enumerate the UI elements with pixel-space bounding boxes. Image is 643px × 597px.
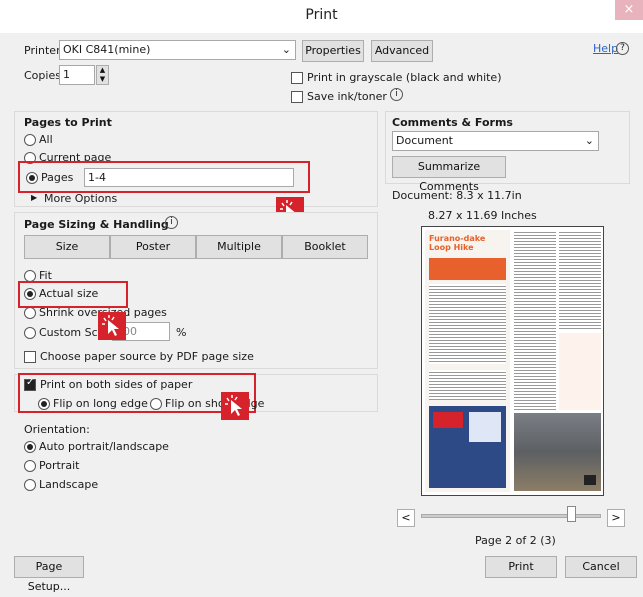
- paper-source-checkbox[interactable]: [24, 351, 36, 363]
- comments-heading: Comments & Forms: [392, 116, 513, 129]
- auto-orientation-radio[interactable]: [24, 441, 36, 453]
- short-edge-radio[interactable]: [150, 398, 162, 410]
- properties-button[interactable]: Properties: [302, 40, 364, 62]
- comments-select[interactable]: Document ⌄: [392, 131, 599, 151]
- percent-label: %: [176, 326, 187, 339]
- info-icon[interactable]: i: [165, 216, 178, 229]
- help-link[interactable]: Help: [593, 42, 618, 55]
- page-count-label: Page 2 of 2 (3): [475, 534, 556, 547]
- long-edge-label: Flip on long edge: [53, 397, 148, 410]
- comments-value: Document: [396, 134, 453, 147]
- booklet-tab[interactable]: Booklet: [282, 235, 368, 259]
- save-ink-label: Save ink/toner: [307, 90, 387, 103]
- preview-text-column: [514, 230, 556, 410]
- size-tab[interactable]: Size: [24, 235, 110, 259]
- print-button[interactable]: Print: [485, 556, 557, 578]
- multiple-tab[interactable]: Multiple: [196, 235, 282, 259]
- click-cursor-icon: [98, 312, 126, 340]
- both-sides-checkbox[interactable]: ✓: [24, 377, 36, 391]
- summarize-comments-button[interactable]: Summarize Comments: [392, 156, 506, 193]
- preview-left-page: Furano-dake Loop Hike: [425, 230, 510, 492]
- poster-tab[interactable]: Poster: [110, 235, 196, 259]
- page-preview: Furano-dake Loop Hike: [421, 226, 604, 496]
- next-page-button[interactable]: >: [607, 509, 625, 527]
- paper-source-label: Choose paper source by PDF page size: [40, 350, 254, 363]
- both-sides-label: Print on both sides of paper: [40, 378, 193, 391]
- preview-text-column: [559, 230, 601, 330]
- auto-orientation-label: Auto portrait/landscape: [39, 440, 169, 453]
- all-label: All: [39, 133, 53, 146]
- page-setup-button[interactable]: Page Setup...: [14, 556, 84, 593]
- shrink-radio[interactable]: [24, 307, 36, 319]
- long-edge-radio[interactable]: [38, 398, 50, 410]
- highlight-box: [18, 161, 310, 193]
- copies-input[interactable]: 1: [59, 65, 95, 85]
- orientation-heading: Orientation:: [24, 423, 90, 436]
- paper-size-label: 8.27 x 11.69 Inches: [428, 209, 537, 222]
- grayscale-checkbox[interactable]: [291, 72, 303, 84]
- preview-page-title: Furano-dake Loop Hike: [429, 234, 486, 252]
- close-button[interactable]: ×: [615, 0, 643, 20]
- preview-text-block: [429, 284, 506, 364]
- document-size-label: Document: 8.3 x 11.7in: [392, 189, 522, 202]
- chevron-down-icon: ⌄: [584, 134, 594, 147]
- preview-photo: [514, 413, 601, 491]
- grayscale-label: Print in grayscale (black and white): [307, 71, 502, 84]
- highlight-box: [18, 281, 128, 308]
- title-bar: Print ×: [0, 0, 643, 33]
- cancel-button[interactable]: Cancel: [565, 556, 637, 578]
- preview-blue-panel: [429, 406, 506, 488]
- advanced-button[interactable]: Advanced: [371, 40, 433, 62]
- info-icon[interactable]: i: [390, 88, 403, 101]
- help-icon[interactable]: ?: [616, 42, 629, 55]
- copies-stepper[interactable]: ▲ ▼: [96, 65, 109, 85]
- preview-text-block: [429, 370, 506, 400]
- custom-scale-radio[interactable]: [24, 327, 36, 339]
- page-slider-thumb[interactable]: [567, 506, 576, 522]
- chevron-down-icon: ⌄: [281, 43, 291, 56]
- printer-select[interactable]: OKI C841(mine) ⌄: [59, 40, 296, 60]
- page-sizing-heading: Page Sizing & Handling: [24, 218, 169, 231]
- preview-sidebar-block: [559, 333, 601, 410]
- landscape-radio[interactable]: [24, 479, 36, 491]
- prev-page-button[interactable]: <: [397, 509, 415, 527]
- pages-to-print-heading: Pages to Print: [24, 116, 112, 129]
- all-radio[interactable]: [24, 134, 36, 146]
- save-ink-checkbox[interactable]: [291, 91, 303, 103]
- triangle-right-icon: ▶: [31, 193, 38, 202]
- portrait-radio[interactable]: [24, 460, 36, 472]
- landscape-label: Landscape: [39, 478, 99, 491]
- more-options-toggle[interactable]: More Options: [44, 192, 117, 205]
- printer-value: OKI C841(mine): [63, 43, 151, 56]
- preview-stats-block: [429, 258, 506, 280]
- portrait-label: Portrait: [39, 459, 80, 472]
- short-edge-label: Flip on short edge: [165, 397, 265, 410]
- click-cursor-icon: [221, 392, 249, 420]
- window-title: Print: [305, 7, 338, 23]
